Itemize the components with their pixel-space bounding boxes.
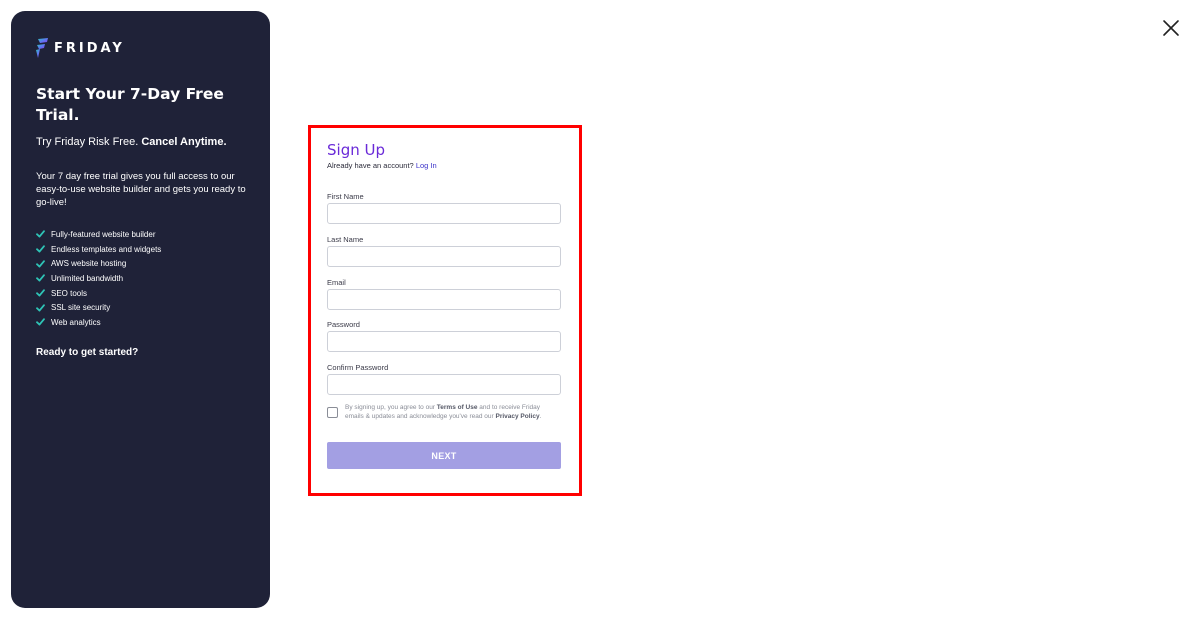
next-button[interactable]: NEXT: [327, 442, 561, 469]
feature-label: SEO tools: [51, 288, 88, 298]
check-icon: [36, 260, 45, 268]
check-icon: [36, 304, 45, 312]
email-input[interactable]: [327, 289, 561, 310]
confirm-password-input[interactable]: [327, 374, 561, 395]
tagline-emphasis: Cancel Anytime.: [141, 136, 227, 148]
first-name-input[interactable]: [327, 203, 561, 224]
account-prompt: Already have an account? Log In: [327, 161, 437, 170]
check-icon: [36, 289, 45, 297]
agreement-text: By signing up, you agree to our Terms of…: [345, 404, 551, 421]
check-icon: [36, 318, 45, 326]
brand-name: FRIDAY: [54, 40, 125, 56]
check-icon: [36, 245, 45, 253]
confirm-password-label: Confirm Password: [327, 363, 389, 372]
feature-item: Unlimited bandwidth: [36, 271, 161, 286]
agreement-text-part: .: [539, 412, 542, 420]
feature-item: Endless templates and widgets: [36, 242, 161, 257]
agreement-text-part: By signing up, you agree to our: [345, 404, 437, 411]
password-input[interactable]: [327, 331, 561, 352]
form-title: Sign Up: [327, 141, 385, 159]
brand: FRIDAY: [36, 38, 125, 58]
feature-label: AWS website hosting: [51, 259, 127, 269]
check-icon: [36, 274, 45, 282]
friday-logo-icon: [36, 38, 48, 58]
feature-item: AWS website hosting: [36, 256, 161, 271]
feature-label: Unlimited bandwidth: [51, 273, 124, 283]
login-link[interactable]: Log In: [416, 161, 437, 170]
password-label: Password: [327, 320, 360, 329]
close-icon: [1163, 20, 1179, 36]
feature-label: SSL site security: [51, 303, 111, 313]
signup-form: Sign Up Already have an account? Log In …: [308, 125, 582, 496]
feature-list: Fully-featured website builder Endless t…: [36, 227, 161, 330]
tagline-text: Try Friday Risk Free.: [36, 136, 142, 148]
trial-sidebar: FRIDAY Start Your 7-Day Free Trial. Try …: [11, 11, 270, 608]
feature-item: Web analytics: [36, 315, 161, 330]
feature-item: SEO tools: [36, 286, 161, 301]
terms-link[interactable]: Terms of Use: [437, 404, 478, 411]
privacy-link[interactable]: Privacy Policy: [495, 413, 539, 420]
feature-label: Fully-featured website builder: [51, 229, 156, 239]
agree-checkbox[interactable]: [327, 407, 338, 418]
close-button[interactable]: [1161, 18, 1181, 38]
email-label: Email: [327, 278, 346, 287]
trial-headline: Start Your 7-Day Free Trial.: [36, 85, 224, 124]
last-name-label: Last Name: [327, 235, 364, 244]
last-name-input[interactable]: [327, 246, 561, 267]
cta-text: Ready to get started?: [36, 347, 139, 358]
check-icon: [36, 230, 45, 238]
feature-item: Fully-featured website builder: [36, 227, 161, 242]
account-prompt-text: Already have an account?: [327, 161, 416, 170]
feature-item: SSL site security: [36, 300, 161, 315]
tagline: Try Friday Risk Free. Cancel Anytime.: [36, 135, 227, 149]
trial-description: Your 7 day free trial gives you full acc…: [36, 171, 246, 208]
first-name-label: First Name: [327, 192, 364, 201]
feature-label: Endless templates and widgets: [51, 244, 162, 254]
feature-label: Web analytics: [51, 317, 101, 327]
